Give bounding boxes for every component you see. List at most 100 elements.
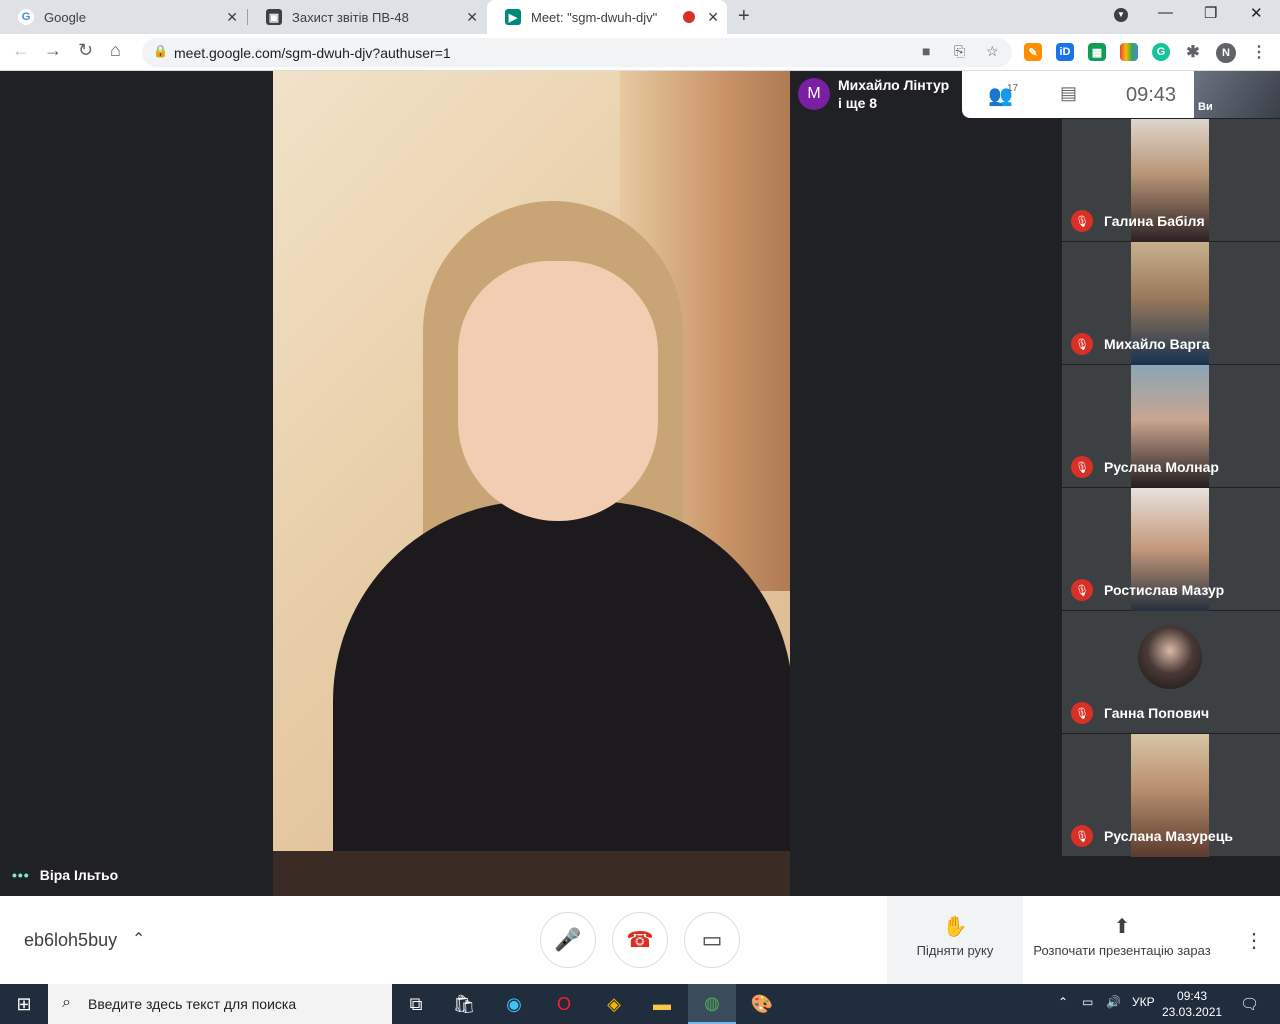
meeting-code[interactable]: eb6loh5buy	[24, 930, 117, 951]
muted-mic-icon: 🎙	[1071, 210, 1093, 232]
extension-icon[interactable]: ▦	[1088, 43, 1106, 61]
task-view-icon[interactable]: ⧉	[392, 984, 440, 1024]
presenter-more: і ще 8	[838, 95, 878, 111]
notifications-icon[interactable]: 🗨	[1240, 995, 1259, 1013]
main-video[interactable]	[273, 71, 790, 896]
edge-icon[interactable]: ◉	[490, 984, 538, 1024]
extension-icon[interactable]: ✎	[1024, 43, 1042, 61]
grammarly-icon[interactable]: G	[1152, 43, 1170, 61]
video-person	[458, 261, 658, 521]
google-icon: G	[18, 9, 34, 25]
participant-name: Руслана Мазурець	[1104, 828, 1233, 844]
reload-icon[interactable]: ↻	[78, 40, 93, 61]
participant-tile[interactable]: 🎙 Руслана Молнар	[1062, 365, 1280, 488]
participant-tiles: 🎙 Галина Бабіля 🎙 Михайло Варга 🎙 Руслан…	[1062, 119, 1280, 857]
participant-tile[interactable]: 🎙 Руслана Мазурець	[1062, 734, 1280, 857]
tab-classroom[interactable]: ▣ Захист звітів ПВ-48 ✕	[248, 0, 486, 34]
recording-icon	[683, 11, 695, 23]
raise-hand-button[interactable]: ✋ Підняти руку	[887, 896, 1023, 984]
url-text[interactable]: meet.google.com/sgm-dwuh-djv?authuser=1	[174, 45, 451, 61]
extension-icon[interactable]: iD	[1056, 43, 1074, 61]
camera-button[interactable]: ▭	[684, 912, 740, 968]
participant-name: Михайло Варга	[1104, 336, 1210, 352]
meeting-info-bar: 👥 17 ▤ 09:43	[962, 71, 1194, 118]
network-icon[interactable]: ▭	[1082, 995, 1093, 1009]
browser-toolbar: ← → ↻ ⌂ 🔒 meet.google.com/sgm-dwuh-djv?a…	[0, 34, 1280, 71]
participant-avatar	[1138, 625, 1202, 689]
leave-call-button[interactable]: ☎	[612, 912, 668, 968]
video-camera-icon: ▭	[701, 927, 723, 952]
input-language[interactable]: УКР	[1132, 995, 1155, 1009]
camera-icon[interactable]: ■	[922, 43, 930, 59]
participant-name: Руслана Молнар	[1104, 459, 1219, 475]
browser-menu-icon[interactable]: ⋮	[1250, 43, 1268, 61]
windows-start-icon[interactable]: ⊞	[0, 984, 48, 1024]
main-speaker-label: ••• Віра Ільтьо	[12, 867, 118, 883]
home-icon[interactable]: ⌂	[110, 40, 121, 61]
chat-icon[interactable]: ▤	[1060, 83, 1077, 104]
hand-icon: ✋	[942, 916, 968, 938]
browser-app-icon[interactable]: ◈	[590, 984, 638, 1024]
more-options-icon[interactable]: ⋮	[1244, 928, 1264, 953]
profile-avatar[interactable]: N	[1216, 43, 1236, 63]
close-window-button[interactable]: ✕	[1250, 4, 1263, 22]
tab-label: Meet: "sgm-dwuh-djv"	[531, 9, 658, 25]
participant-tile[interactable]: 🎙 Ганна Попович	[1062, 611, 1280, 734]
close-tab-icon[interactable]: ✕	[466, 9, 478, 26]
participant-tile[interactable]: 🎙 Ростислав Мазур	[1062, 488, 1280, 611]
chevron-up-icon[interactable]: ⌃	[132, 929, 145, 949]
lock-icon[interactable]: 🔒	[153, 44, 168, 58]
tab-meet[interactable]: ▶ Meet: "sgm-dwuh-djv" ✕	[487, 0, 727, 34]
taskbar-clock[interactable]: 09:43 23.03.2021	[1162, 988, 1222, 1020]
close-tab-icon[interactable]: ✕	[226, 9, 238, 26]
extensions-puzzle-icon[interactable]: ✱	[1184, 43, 1202, 61]
forward-icon[interactable]: →	[44, 40, 62, 61]
present-screen-icon: ⬆	[1113, 916, 1131, 938]
muted-mic-icon: 🎙	[1071, 825, 1093, 847]
microphone-button[interactable]: 🎤	[540, 912, 596, 968]
participant-count: 17	[1007, 83, 1019, 94]
opera-icon[interactable]: O	[540, 984, 588, 1024]
store-icon[interactable]: 🛍	[440, 984, 488, 1024]
translate-icon[interactable]: ⎘	[954, 43, 965, 60]
muted-mic-icon: 🎙	[1071, 456, 1093, 478]
participant-name: Ганна Попович	[1104, 705, 1210, 721]
tab-label: Google	[44, 9, 86, 25]
restore-button[interactable]: ❐	[1204, 4, 1217, 22]
raise-hand-label: Підняти руку	[916, 943, 994, 958]
participant-tile[interactable]: 🎙 Михайло Варга	[1062, 242, 1280, 365]
avatar: M	[798, 78, 830, 110]
speaking-indicator-icon: •••	[12, 867, 30, 883]
new-tab-button[interactable]: +	[738, 5, 750, 28]
address-bar[interactable]: 🔒 meet.google.com/sgm-dwuh-djv?authuser=…	[142, 38, 1012, 67]
presenter-name: Михайло Лінтур	[838, 77, 950, 93]
classroom-icon: ▣	[266, 9, 282, 25]
clock-time: 09:43	[1177, 989, 1208, 1003]
volume-icon[interactable]: 🔊	[1106, 995, 1121, 1009]
minimize-button[interactable]: —	[1158, 4, 1173, 21]
meet-icon: ▶	[505, 9, 521, 25]
video-background	[273, 851, 790, 896]
participant-tile[interactable]: 🎙 Галина Бабіля	[1062, 119, 1280, 242]
clock-date: 23.03.2021	[1162, 1005, 1223, 1019]
present-now-button[interactable]: ⬆ Розпочати презентацію зараз	[1026, 896, 1218, 984]
tab-search-icon[interactable]: ▼	[1114, 8, 1128, 22]
extension-icon[interactable]	[1120, 43, 1138, 61]
tab-google[interactable]: G Google ✕	[0, 0, 246, 34]
muted-mic-icon: 🎙	[1071, 333, 1093, 355]
meet-stage: ••• Віра Ільтьо M Михайло Лінтур і ще 8 …	[0, 71, 1280, 896]
browser-tab-strip: G Google ✕ ▣ Захист звітів ПВ-48 ✕ ▶ Mee…	[0, 0, 1280, 34]
close-tab-icon[interactable]: ✕	[707, 9, 719, 26]
taskbar-search-box[interactable]: ⌕ Введите здесь текст для поиска	[48, 984, 392, 1024]
chevron-up-icon[interactable]: ⌃	[1058, 995, 1068, 1009]
file-explorer-icon[interactable]: ▬	[638, 984, 686, 1024]
self-view-thumbnail[interactable]: Ви	[1194, 71, 1280, 118]
search-icon: ⌕	[62, 994, 71, 1011]
presenter-indicator[interactable]: M Михайло Лінтур і ще 8	[790, 71, 962, 117]
tab-label: Захист звітів ПВ-48	[292, 9, 409, 25]
chrome-icon[interactable]: ◍	[688, 984, 736, 1024]
bookmark-star-icon[interactable]: ☆	[986, 43, 999, 60]
meeting-time: 09:43	[1126, 84, 1177, 106]
paint-icon[interactable]: 🎨	[738, 984, 786, 1024]
back-icon[interactable]: ←	[12, 40, 30, 61]
